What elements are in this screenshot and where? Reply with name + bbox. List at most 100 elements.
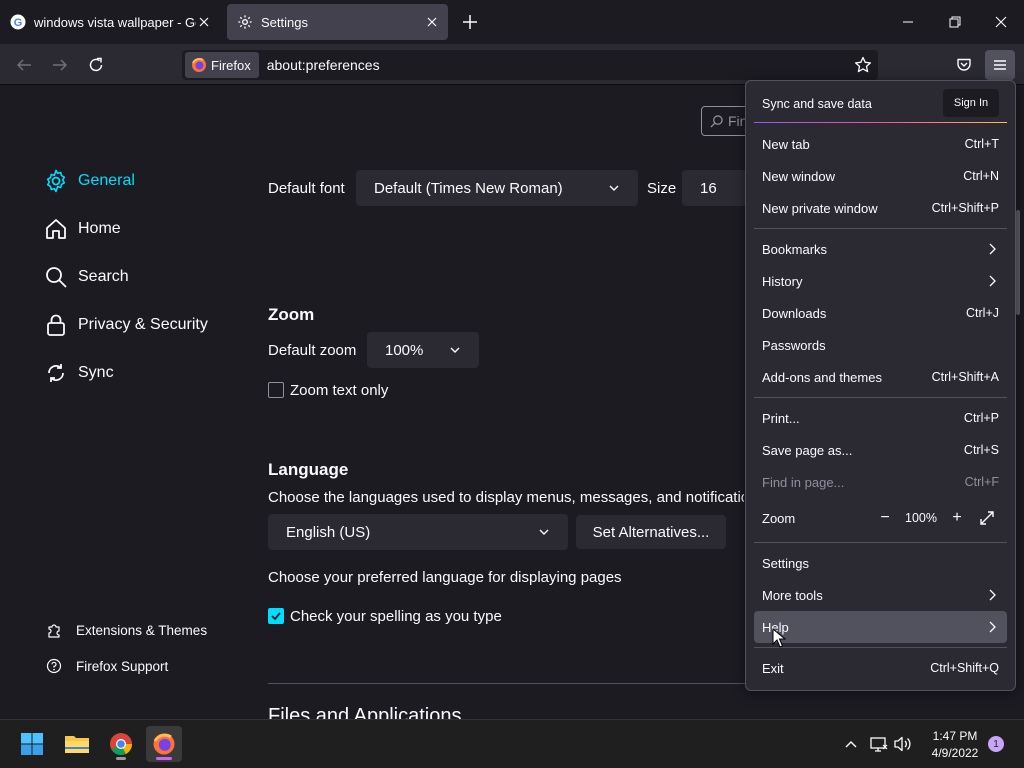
language-select[interactable]: English (US) — [268, 514, 568, 550]
default-zoom-label: Default zoom — [268, 342, 357, 359]
app-menu-button[interactable] — [985, 50, 1015, 80]
chevron-right-icon — [989, 589, 996, 601]
language-heading: Language — [268, 460, 349, 479]
menu-item-label: Exit — [762, 660, 784, 676]
menu-item-new-tab[interactable]: New tab Ctrl+T — [754, 128, 1007, 160]
pocket-button[interactable] — [949, 50, 979, 80]
menu-item-settings[interactable]: Settings — [754, 547, 1007, 579]
menu-item-shortcut: Ctrl+Shift+A — [931, 370, 999, 384]
taskbar-chrome[interactable] — [103, 726, 139, 762]
url-bar[interactable]: Firefox about:preferences — [182, 50, 878, 80]
reload-button[interactable] — [81, 50, 111, 80]
menu-item-addons-themes[interactable]: Add-ons and themes Ctrl+Shift+A — [754, 361, 1007, 393]
back-button[interactable] — [9, 50, 39, 80]
menu-item-shortcut: Ctrl+Shift+Q — [930, 661, 999, 675]
running-indicator — [116, 757, 126, 760]
menu-item-label: Bookmarks — [762, 241, 828, 257]
close-tab-icon[interactable] — [424, 14, 440, 30]
default-zoom-select[interactable]: 100% — [367, 332, 479, 368]
menu-separator — [754, 228, 1007, 229]
fullscreen-icon — [980, 511, 994, 525]
puzzle-icon — [46, 622, 62, 638]
menu-item-label: New window — [762, 168, 835, 184]
navigation-toolbar: Firefox about:preferences — [0, 44, 1024, 85]
checkmark-icon — [271, 612, 281, 621]
close-tab-icon[interactable] — [196, 14, 212, 30]
arrow-left-icon — [16, 59, 31, 71]
sidebar-item-home[interactable]: Home — [44, 217, 121, 241]
chrome-icon — [110, 733, 133, 756]
spellcheck-label[interactable]: Check your spelling as you type — [290, 608, 502, 625]
clock-time: 1:47 PM — [932, 729, 978, 743]
sidebar-item-label: General — [78, 172, 135, 189]
close-icon — [995, 16, 1007, 28]
identity-label: Firefox — [211, 57, 251, 73]
network-icon — [870, 737, 888, 752]
default-font-select[interactable]: Default (Times New Roman) — [356, 170, 638, 206]
menu-item-bookmarks[interactable]: Bookmarks — [754, 233, 1007, 265]
tab-settings[interactable]: Settings — [227, 4, 448, 40]
sidebar-item-label: Privacy & Security — [78, 316, 208, 333]
sidebar-item-label: Sync — [78, 364, 114, 381]
tab-google-search[interactable]: G windows vista wallpaper - Google — [0, 4, 220, 40]
zoom-text-only-label[interactable]: Zoom text only — [290, 382, 388, 399]
zoom-label: Zoom — [762, 510, 796, 526]
menu-item-label: Add-ons and themes — [762, 369, 882, 385]
default-zoom-value: 100% — [385, 341, 424, 359]
language-description: Choose the languages used to display men… — [268, 489, 744, 506]
menu-item-label: Save page as... — [762, 442, 853, 458]
restore-button[interactable] — [940, 7, 970, 37]
taskbar-firefox[interactable] — [146, 726, 182, 762]
menu-item-downloads[interactable]: Downloads Ctrl+J — [754, 297, 1007, 329]
bookmark-star-icon[interactable] — [854, 56, 872, 74]
search-icon — [44, 265, 68, 289]
notification-badge[interactable]: 1 — [988, 736, 1004, 752]
scrollbar-thumb[interactable] — [1016, 210, 1020, 315]
network-button[interactable] — [869, 734, 889, 754]
menu-item-new-private-window[interactable]: New private window Ctrl+Shift+P — [754, 192, 1007, 224]
zoom-reset-button[interactable]: 100% — [903, 511, 939, 525]
minimize-button[interactable] — [893, 7, 923, 37]
menu-item-save-page[interactable]: Save page as... Ctrl+S — [754, 434, 1007, 466]
font-size-select[interactable]: 16 — [682, 170, 748, 206]
pocket-icon — [957, 58, 971, 71]
volume-button[interactable] — [893, 734, 913, 754]
sidebar-item-search[interactable]: Search — [44, 265, 129, 289]
active-indicator — [156, 757, 172, 760]
zoom-in-button[interactable]: + — [945, 506, 969, 530]
menu-item-shortcut: Ctrl+Shift+P — [931, 201, 999, 215]
start-button[interactable] — [14, 726, 50, 762]
restore-icon — [949, 16, 961, 28]
menu-item-help[interactable]: Help — [754, 611, 1007, 643]
taskbar-clock[interactable]: 1:47 PM 4/9/2022 — [922, 728, 988, 762]
menu-item-new-window[interactable]: New window Ctrl+N — [754, 160, 1007, 192]
close-window-button[interactable] — [986, 7, 1016, 37]
sign-in-button[interactable]: Sign In — [943, 89, 999, 117]
forward-button[interactable] — [45, 50, 75, 80]
fullscreen-button[interactable] — [975, 506, 999, 530]
menu-item-print[interactable]: Print... Ctrl+P — [754, 402, 1007, 434]
new-tab-button[interactable] — [458, 10, 482, 34]
identity-box[interactable]: Firefox — [185, 52, 259, 78]
zoom-text-only-checkbox[interactable] — [268, 382, 284, 398]
sidebar-item-general[interactable]: General — [44, 169, 135, 193]
sidebar-item-privacy-security[interactable]: Privacy & Security — [44, 313, 208, 337]
set-alternatives-button[interactable]: Set Alternatives... — [576, 515, 726, 549]
footer-label: Extensions & Themes — [76, 622, 208, 638]
google-icon: G — [10, 14, 26, 30]
menu-item-history[interactable]: History — [754, 265, 1007, 297]
menu-item-more-tools[interactable]: More tools — [754, 579, 1007, 611]
menu-item-label: Find in page... — [762, 474, 845, 490]
menu-item-label: New tab — [762, 136, 810, 152]
url-text[interactable]: about:preferences — [267, 57, 380, 73]
zoom-out-button[interactable]: − — [873, 506, 897, 530]
show-hidden-icons-button[interactable] — [841, 734, 861, 754]
gear-icon — [237, 14, 253, 30]
firefox-support-link[interactable]: Firefox Support — [46, 658, 168, 674]
sidebar-item-sync[interactable]: Sync — [44, 361, 114, 385]
extensions-themes-link[interactable]: Extensions & Themes — [46, 622, 207, 638]
taskbar-file-explorer[interactable] — [59, 726, 95, 762]
spellcheck-checkbox[interactable] — [268, 608, 284, 624]
menu-item-passwords[interactable]: Passwords — [754, 329, 1007, 361]
menu-item-exit[interactable]: Exit Ctrl+Shift+Q — [754, 652, 1007, 684]
